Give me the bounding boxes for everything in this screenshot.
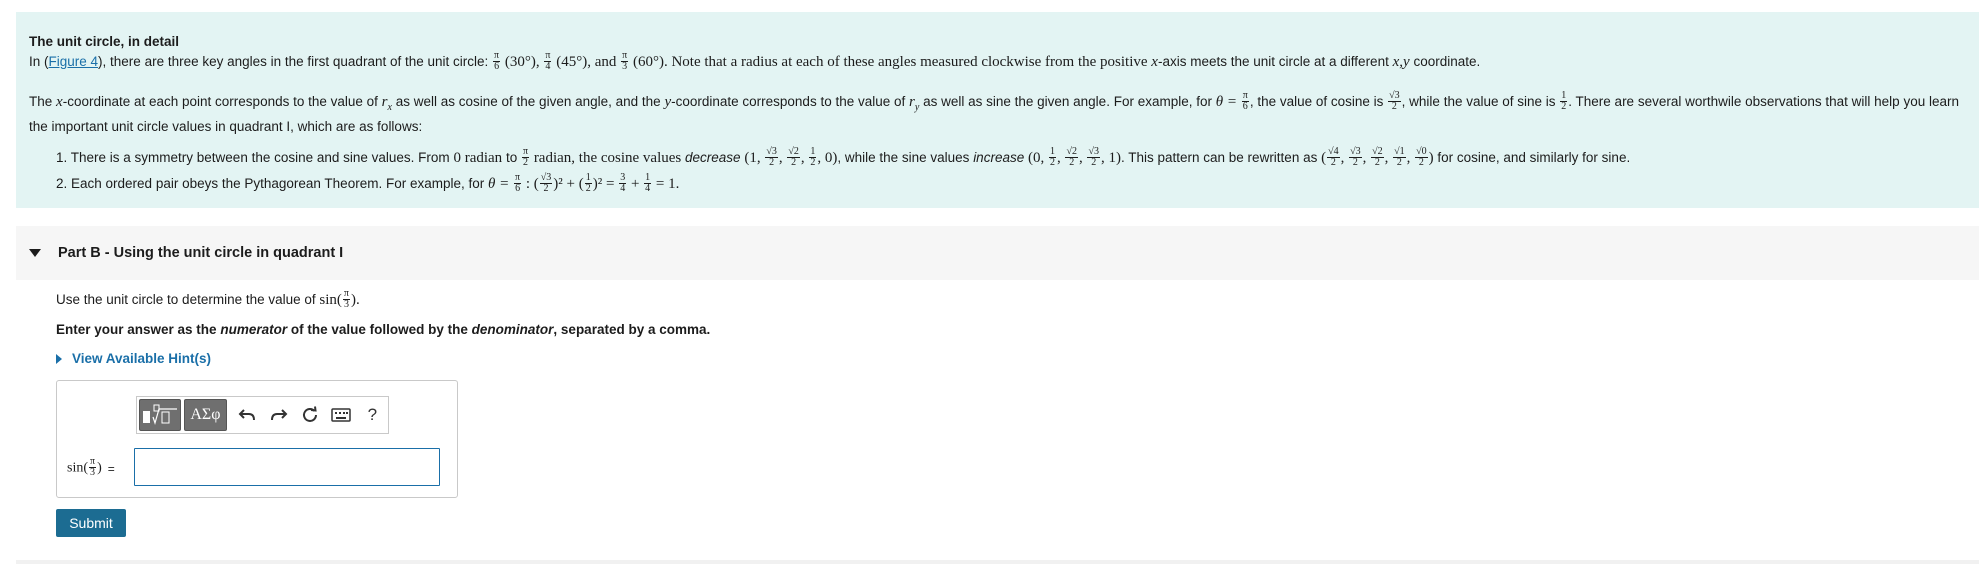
answer-input[interactable] — [134, 448, 440, 486]
expand-triangle-icon — [56, 353, 62, 364]
text: to — [505, 150, 518, 165]
submit-button[interactable]: Submit — [56, 509, 126, 537]
math-rx: rx — [381, 94, 392, 114]
hint-label: View Available Hint(s) — [72, 351, 212, 366]
redo-icon[interactable] — [263, 399, 294, 431]
text: -coordinate corresponds to the value of — [671, 94, 906, 110]
fraction-1-2: 12 — [1560, 90, 1568, 112]
text: -axis meets the unit circle at a differe… — [1157, 54, 1389, 70]
text: -coordinate at each point corresponds to… — [62, 94, 378, 110]
text: (30°), — [504, 54, 540, 71]
text: , while the sine values — [837, 150, 970, 165]
fraction-pi-3: π3 — [621, 50, 629, 72]
text: coordinate. — [1413, 54, 1481, 70]
text: The — [29, 94, 53, 110]
text: 1. There is a symmetry between the cosin… — [56, 150, 450, 165]
undo-icon[interactable] — [232, 399, 263, 431]
sine-values: (0, 12, √2 2, √3 2, 1) — [1027, 146, 1121, 169]
help-icon[interactable]: ? — [357, 399, 388, 431]
fraction-r3-2: √3 2 — [1388, 90, 1401, 112]
text: as well as sine the given angle. For exa… — [923, 94, 1212, 110]
text: In ( — [29, 54, 49, 70]
math-x: x — [1151, 54, 1158, 71]
info-box: The unit circle, in detail In (Figure 4)… — [16, 12, 1979, 208]
text: 2. Each ordered pair obeys the Pythagore… — [56, 176, 485, 191]
question-math: sin(π 3). — [319, 288, 360, 310]
fraction-pi-6: π6 — [1241, 90, 1249, 112]
part-b-title: Part B - Using the unit circle in quadra… — [58, 245, 344, 261]
reset-icon[interactable] — [294, 399, 325, 431]
math-ry: ry — [909, 94, 920, 114]
text: , while the value of sine is — [1401, 94, 1556, 110]
text: . This pattern can be rewritten as — [1120, 150, 1318, 165]
math-zero: 0 radian — [453, 150, 503, 166]
instruction-text: Enter your answer as the numerator of th… — [56, 322, 711, 337]
text: ), there are three key angles in the fir… — [98, 54, 489, 70]
info-paragraph-2: The x-coordinate at each point correspon… — [29, 90, 1969, 136]
templates-button[interactable] — [139, 399, 181, 431]
answer-panel: ΑΣφ ? sin(π 3) = — [56, 380, 458, 498]
collapse-triangle-icon — [29, 249, 41, 257]
fraction-pi-2: π2 — [521, 145, 530, 168]
answer-label: sin(π 3) = — [67, 456, 115, 478]
info-title: The unit circle, in detail — [29, 34, 180, 49]
fraction-pi-6: π6 — [493, 50, 501, 72]
math-x: x — [56, 94, 63, 111]
text: radian, the cosine values — [533, 150, 682, 166]
text: (60°). Note that a radius at each of the… — [632, 54, 1148, 71]
text: decrease — [685, 150, 741, 165]
keyboard-icon[interactable] — [326, 399, 357, 431]
text: increase — [973, 150, 1025, 165]
observations-list: 1. There is a symmetry between the cosin… — [56, 145, 1630, 197]
math-theta: θ = — [488, 176, 510, 192]
text: as well as cosine of the given angle, an… — [395, 94, 661, 110]
list-item: 1. There is a symmetry between the cosin… — [56, 145, 1630, 171]
text: Use the unit circle to determine the val… — [56, 291, 316, 307]
fraction-pi-6: π6 — [514, 171, 522, 194]
divider — [16, 560, 1979, 564]
question-text: Use the unit circle to determine the val… — [56, 288, 360, 311]
part-b-header[interactable]: Part B - Using the unit circle in quadra… — [16, 226, 1979, 280]
text: (45°), and — [556, 54, 617, 71]
templates-icon — [143, 404, 177, 426]
figure-4-link[interactable]: Figure 4 — [49, 54, 99, 69]
symbols-button[interactable]: ΑΣφ — [184, 399, 227, 431]
text: , the value of cosine is — [1249, 94, 1384, 110]
info-paragraph-1: In (Figure 4), there are three key angle… — [29, 50, 1481, 73]
math-theta: θ = — [1215, 94, 1237, 111]
rewritten-values: (√4 2, √3 2, √2 2, √1 2, √0 2) — [1321, 146, 1434, 169]
pythagorean-equation: : (√3 2)² + (1 2)² = 34 + 14 = 1. — [525, 172, 680, 195]
math-xy: x,y — [1392, 54, 1410, 71]
list-item: 2. Each ordered pair obeys the Pythagore… — [56, 171, 1630, 197]
text: for cosine, and similarly for sine. — [1437, 150, 1631, 165]
math-toolbar: ΑΣφ ? — [136, 396, 389, 434]
fraction-pi-4: π4 — [544, 50, 552, 72]
view-hints-link[interactable]: View Available Hint(s) — [56, 351, 211, 366]
cosine-values: (1, √3 2, √2 2, 12, 0) — [744, 146, 838, 169]
